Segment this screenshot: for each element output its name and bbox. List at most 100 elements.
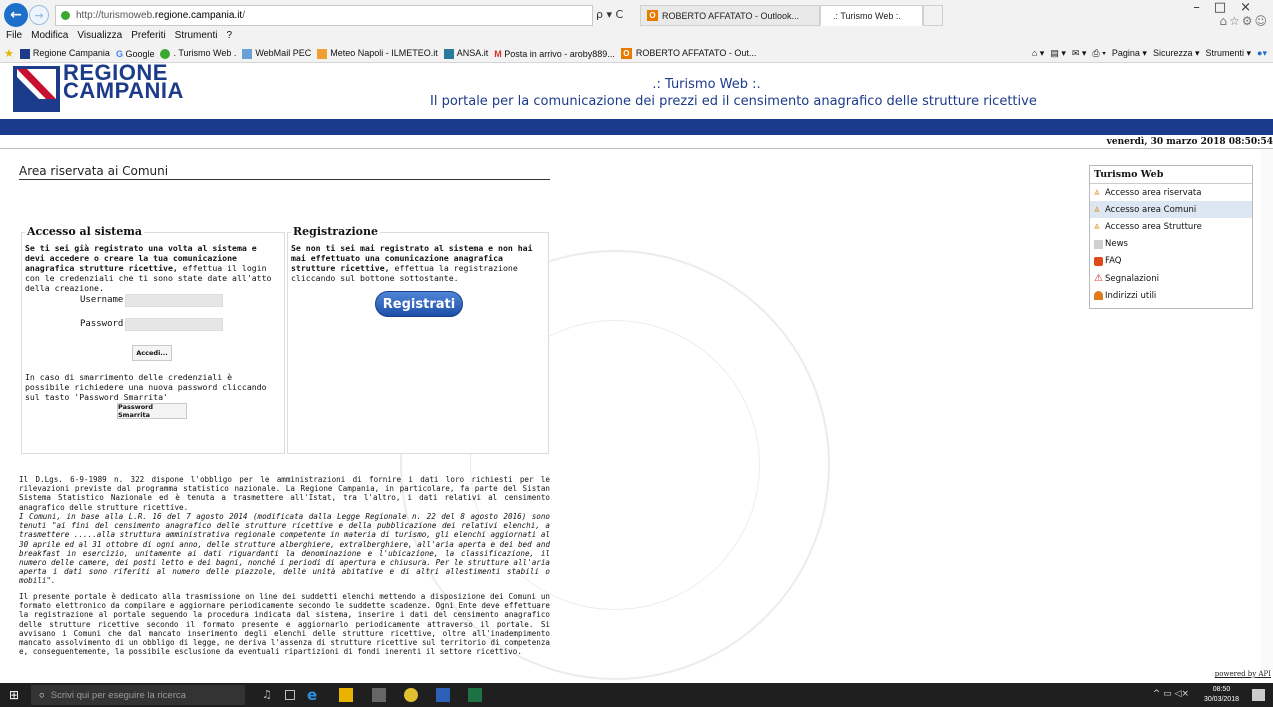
edge-icon[interactable]: e	[307, 688, 321, 703]
cmd-strumenti[interactable]: Strumenti ▾	[1205, 48, 1251, 59]
fav-posta[interactable]: M Posta in arrivo - aroby889...	[494, 49, 615, 59]
feeds-icon[interactable]: ▤ ▾	[1050, 48, 1066, 59]
favorites-star-icon[interactable]: ★	[4, 47, 14, 60]
key-icon: ⩓	[1094, 187, 1100, 199]
fav-meteo[interactable]: Meteo Napoli - ILMETEO.it	[317, 48, 438, 59]
sidebar-item-label: Accesso area riservata	[1105, 187, 1202, 198]
outlook-icon: O	[620, 48, 632, 59]
excel-icon[interactable]	[468, 688, 482, 702]
fav-google[interactable]: G Google	[116, 49, 155, 59]
menu-visualizza[interactable]: Visualizza	[77, 30, 122, 41]
info-paragraph-2: I Comuni, in base alla L.R. 16 del 7 ago…	[19, 512, 550, 586]
menu-help[interactable]: ?	[226, 30, 232, 41]
access-panel: Accesso al sistema Se ti sei già registr…	[21, 225, 285, 454]
home-icon[interactable]: ⌂ ▾	[1032, 48, 1044, 59]
gmail-icon: M	[494, 48, 505, 59]
access-intro: Se ti sei già registrato una volta al si…	[25, 243, 277, 293]
forward-button[interactable]: →	[29, 5, 49, 25]
fav-webmail[interactable]: WebMail PEC	[242, 48, 311, 59]
print-icon[interactable]: ⎙ ▾	[1092, 48, 1105, 59]
file-explorer-icon[interactable]	[339, 688, 353, 702]
tab-outlook[interactable]: O ROBERTO AFFATATO - Outlook...	[640, 5, 820, 26]
key-icon: ⩓	[1094, 204, 1100, 216]
webmail-icon	[242, 48, 253, 59]
window-controls[interactable]: –□×	[1193, 0, 1265, 15]
site-header: REGIONE CAMPANIA .: Turismo Web :. Il po…	[0, 62, 1273, 119]
registration-panel: Registrazione Se non ti sei mai registra…	[287, 225, 549, 454]
tab-label: ROBERTO AFFATATO - Outlook...	[662, 10, 800, 21]
username-input[interactable]	[125, 294, 223, 307]
sidebar-item-area-riservata[interactable]: ⩓ Accesso area riservata	[1090, 184, 1252, 201]
cmd-pagina[interactable]: Pagina ▾	[1112, 48, 1147, 59]
menu-preferiti[interactable]: Preferiti	[131, 30, 165, 41]
sidebar-item-indirizzi[interactable]: Indirizzi utili	[1090, 287, 1252, 304]
clock[interactable]: 08:50 30/03/2018	[1204, 685, 1239, 705]
system-tray-icons[interactable]: ^ ▭ ◁×	[1153, 689, 1189, 699]
book-icon	[1094, 291, 1103, 301]
search-placeholder: Scrivi qui per eseguire la ricerca	[50, 689, 186, 701]
help-icon[interactable]: ●▾	[1257, 48, 1267, 59]
new-tab-button[interactable]	[923, 5, 943, 26]
word-icon[interactable]	[436, 688, 450, 702]
password-input[interactable]	[125, 318, 223, 331]
windows-taskbar: ⊞ ○ Scrivi qui per eseguire la ricerca ♫ …	[0, 683, 1273, 707]
powered-by-link[interactable]: powered by API	[1215, 670, 1271, 678]
microphone-icon[interactable]: ♫	[262, 688, 276, 702]
sidebar-item-area-strutture[interactable]: ⩓ Accesso area Strutture	[1090, 218, 1252, 235]
current-date: venerdì, 30 marzo 2018 08:50:54	[1106, 137, 1273, 147]
key-icon: ⩓	[1094, 221, 1100, 233]
home-star-gear-icons[interactable]: ⌂☆⚙☺	[1219, 14, 1269, 28]
task-view-icon[interactable]	[285, 690, 295, 700]
url-suffix: /	[242, 10, 245, 21]
address-bar[interactable]: http://turismoweb. regione.campania.it /	[55, 5, 593, 26]
lost-password-button[interactable]: Password Smarrita	[117, 403, 187, 419]
mail-icon[interactable]: ✉ ▾	[1072, 48, 1087, 59]
registration-intro: Se non ti sei mai registrato al sistema …	[291, 243, 543, 283]
divider	[0, 148, 1273, 149]
password-label: Password:	[80, 319, 129, 329]
header-blue-bar	[0, 119, 1273, 135]
url-prefix: http://turismoweb.	[76, 10, 155, 21]
meteo-icon	[317, 48, 328, 59]
clock-date: 30/03/2018	[1203, 696, 1239, 703]
clock-time: 08:50	[1212, 686, 1231, 693]
back-button[interactable]: ←	[4, 3, 28, 27]
tab-turismo-web[interactable]: .: Turismo Web :.×	[820, 5, 929, 26]
title-underline	[19, 179, 550, 180]
sidebar-item-segnalazioni[interactable]: ⚠ Segnalazioni	[1090, 270, 1252, 287]
menu-strumenti[interactable]: Strumenti	[175, 30, 218, 41]
chrome-icon[interactable]	[404, 688, 418, 702]
sidebar-title: Turismo Web	[1090, 166, 1252, 184]
fav-turismo[interactable]: . Turismo Web .	[160, 48, 236, 59]
fav-outlook[interactable]: O ROBERTO AFFATATO - Out...	[620, 48, 756, 59]
lost-password-text: In caso di smarrimento delle credenziali…	[25, 372, 267, 402]
site-favicon-icon	[61, 11, 70, 20]
page-scrollbar[interactable]	[1261, 149, 1273, 670]
calculator-icon[interactable]	[372, 688, 386, 702]
news-icon	[1094, 239, 1103, 249]
cmd-sicurezza[interactable]: Sicurezza ▾	[1153, 48, 1200, 59]
warning-icon: ⚠	[1094, 273, 1103, 285]
sidebar-item-label: Indirizzi utili	[1105, 290, 1157, 301]
windows-start-icon[interactable]: ⊞	[9, 688, 23, 702]
fav-regione[interactable]: Regione Campania	[19, 48, 110, 59]
search-refresh-icon[interactable]: ρ ▾ C	[596, 8, 623, 21]
taskbar-search[interactable]: ○ Scrivi qui per eseguire la ricerca	[31, 685, 245, 705]
sidebar-item-news[interactable]: News	[1090, 236, 1252, 253]
turismo-icon	[160, 48, 171, 59]
login-button[interactable]: Accedi...	[132, 345, 172, 361]
faq-icon	[1094, 256, 1103, 266]
url-domain: regione.campania.it	[154, 10, 243, 21]
registration-heading: Registrazione	[291, 225, 380, 238]
site-subtitle: Il portale per la comunicazione dei prez…	[430, 94, 1037, 109]
notifications-icon[interactable]	[1252, 689, 1265, 701]
sidebar-item-faq[interactable]: FAQ	[1090, 253, 1252, 270]
menu-modifica[interactable]: Modifica	[31, 30, 68, 41]
menu-file[interactable]: File	[6, 30, 22, 41]
fav-ansa[interactable]: ANSA.it	[443, 48, 488, 59]
sidebar-item-area-comuni[interactable]: ⩓ Accesso area Comuni	[1090, 201, 1252, 219]
site-title: .: Turismo Web :.	[652, 77, 761, 92]
register-button[interactable]: Registrati	[375, 291, 463, 317]
ansa-icon	[443, 48, 454, 59]
cortana-icon: ○	[39, 689, 45, 701]
